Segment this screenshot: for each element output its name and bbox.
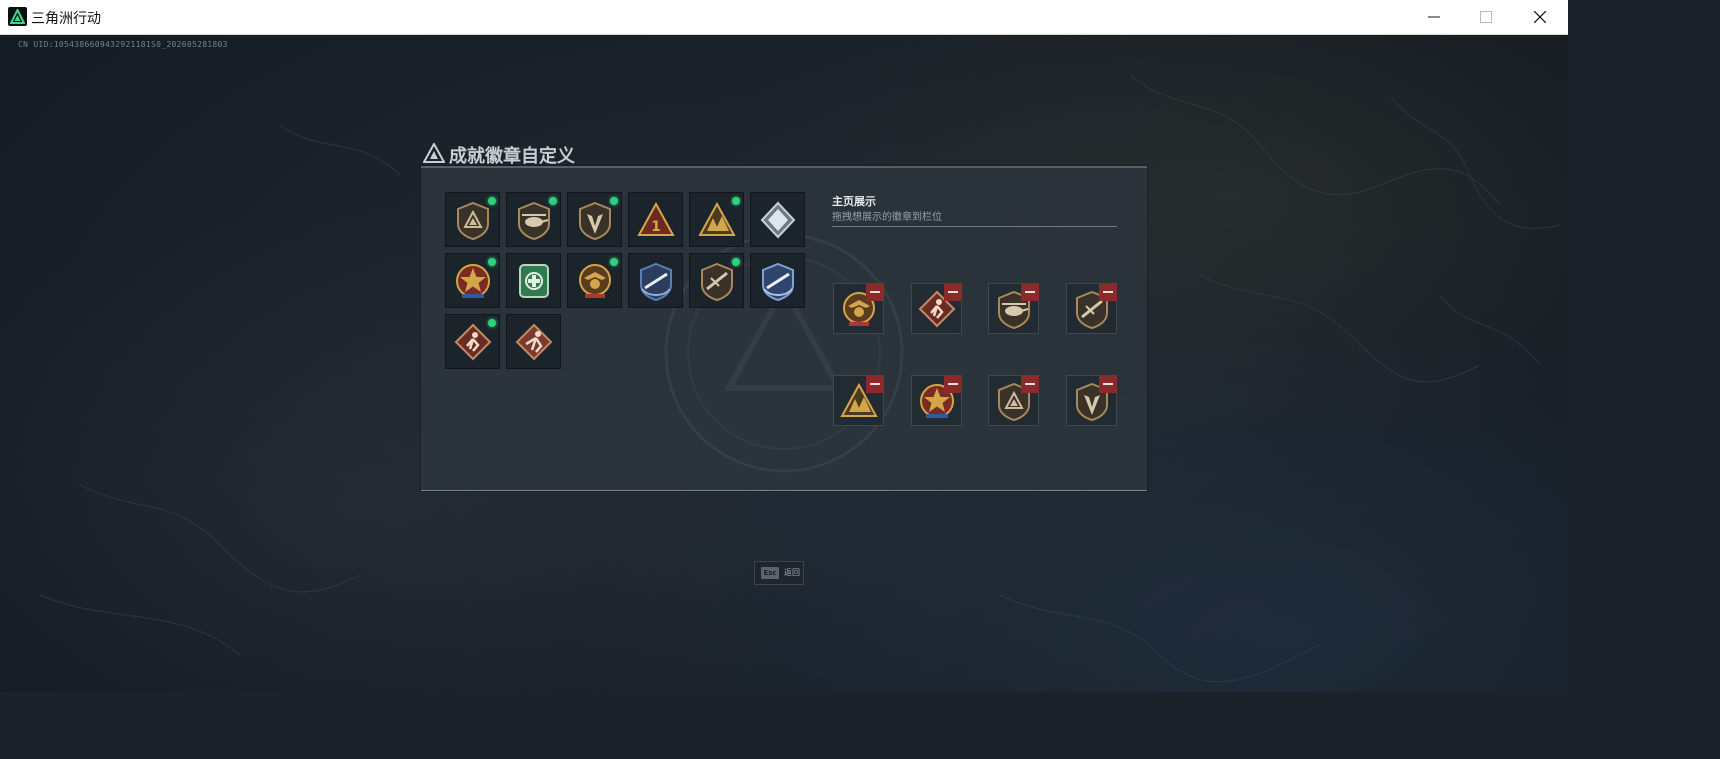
remove-badge-button[interactable]	[943, 375, 962, 393]
sprinter-diamond-badge-icon	[515, 323, 553, 361]
remove-badge-button[interactable]	[1021, 283, 1039, 301]
diamond-crystal-badge-icon	[760, 201, 796, 239]
maximize-icon	[1480, 11, 1492, 23]
showcase-subtitle: 拖拽想展示的徽章到栏位	[832, 212, 942, 223]
rank-one-triangle-badge-icon: 1	[637, 201, 675, 236]
badge-inventory-item[interactable]	[445, 253, 500, 308]
back-label: 返回	[784, 568, 800, 577]
new-indicator-dot	[732, 258, 740, 266]
remove-badge-button[interactable]	[866, 283, 884, 301]
badge-inventory-item[interactable]	[445, 314, 500, 369]
star-medal-badge-icon	[456, 264, 490, 298]
minimize-icon	[1428, 16, 1440, 18]
showcase-slot[interactable]	[910, 375, 962, 426]
badge-inventory-item[interactable]: 1	[628, 192, 683, 247]
showcase-title: 主页展示	[832, 195, 876, 208]
new-indicator-dot	[549, 197, 557, 205]
helicopter-badge-icon	[518, 201, 550, 240]
remove-badge-button[interactable]	[1098, 283, 1117, 301]
badge-inventory-item[interactable]	[567, 192, 622, 247]
showcase-slot[interactable]	[910, 283, 962, 334]
runner-diamond-badge-icon	[454, 323, 492, 361]
delta-logo-icon	[423, 143, 445, 163]
maximize-button[interactable]	[1460, 0, 1512, 34]
badge-inventory-item[interactable]	[445, 192, 500, 247]
esc-back-button[interactable]: Esc 返回	[754, 561, 804, 585]
badge-inventory-item[interactable]	[750, 192, 805, 247]
crossed-rifle-badge-icon	[701, 262, 733, 301]
badge-inventory-item[interactable]	[567, 253, 622, 308]
badge-inventory-item[interactable]	[689, 253, 744, 308]
badge-inventory-item[interactable]	[750, 253, 805, 308]
eagle-medal-badge-icon	[579, 264, 611, 298]
svg-text:1: 1	[651, 219, 661, 235]
shield-triangle-badge-icon	[457, 201, 489, 240]
showcase-divider	[832, 226, 1117, 227]
badge-inventory-item[interactable]	[689, 192, 744, 247]
showcase-slot[interactable]	[833, 375, 884, 426]
mountain-soldiers-badge-icon	[698, 201, 736, 236]
close-icon	[1534, 11, 1546, 23]
window-title: 三角洲行动	[31, 11, 101, 27]
remove-badge-button[interactable]	[943, 283, 962, 301]
rifle-laurel-badge-icon	[640, 262, 672, 301]
panel-title: 成就徽章自定义	[449, 146, 575, 167]
new-indicator-dot	[610, 258, 618, 266]
badge-inventory-item[interactable]	[628, 253, 683, 308]
medical-cross-badge-icon	[519, 264, 549, 298]
new-indicator-dot	[488, 319, 496, 327]
showcase-slot[interactable]	[988, 375, 1039, 426]
remove-badge-button[interactable]	[1021, 375, 1039, 393]
new-indicator-dot	[488, 258, 496, 266]
esc-key: Esc	[761, 567, 779, 579]
remove-badge-button[interactable]	[866, 375, 884, 393]
showcase-slot[interactable]	[1065, 283, 1117, 334]
badge-inventory-item[interactable]	[506, 314, 561, 369]
app-logo-icon	[8, 7, 27, 26]
window-titlebar: 三角洲行动	[0, 0, 1568, 35]
badge-inventory-item[interactable]	[506, 253, 561, 308]
rifle-laurel-blue-badge-icon	[762, 262, 794, 301]
minimize-button[interactable]	[1408, 0, 1460, 34]
new-indicator-dot	[488, 197, 496, 205]
showcase-slot[interactable]	[833, 283, 884, 334]
player-uid: CN UID:1054386609432921181S0_20260528180…	[18, 40, 228, 49]
showcase-slot[interactable]	[988, 283, 1039, 334]
badge-customization-panel: 1 主页展示 拖拽想展示的徽章到栏位	[421, 166, 1147, 491]
arrow-shield-badge-icon	[579, 201, 611, 240]
new-indicator-dot	[732, 197, 740, 205]
showcase-slot[interactable]	[1065, 375, 1117, 426]
close-button[interactable]	[1514, 0, 1566, 34]
badge-inventory-item[interactable]	[506, 192, 561, 247]
remove-badge-button[interactable]	[1098, 375, 1117, 393]
new-indicator-dot	[610, 197, 618, 205]
